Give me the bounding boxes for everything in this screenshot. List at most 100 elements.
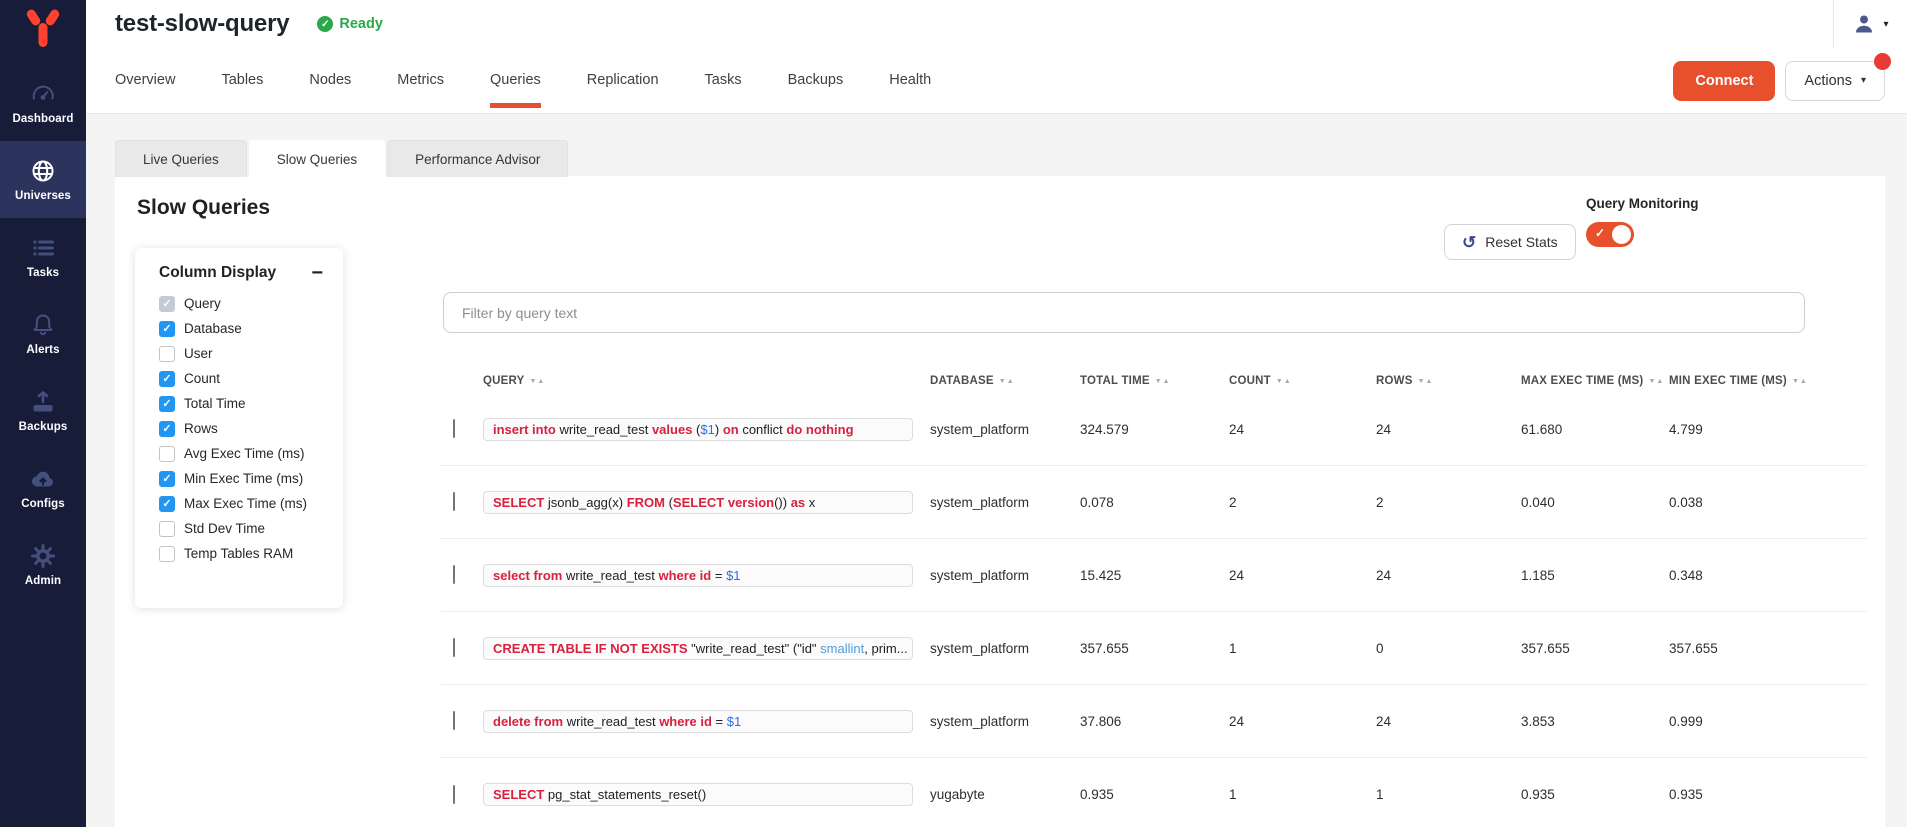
tab-backups[interactable]: Backups (765, 48, 867, 113)
tab-overview[interactable]: Overview (92, 48, 198, 113)
subtab-live-queries[interactable]: Live Queries (115, 140, 247, 177)
query-cell[interactable]: SELECT pg_stat_statements_reset() (483, 783, 913, 806)
tab-tables[interactable]: Tables (198, 48, 286, 113)
column-header-min-exec-time-ms[interactable]: MIN EXEC TIME (MS)▼▲ (1669, 375, 1867, 387)
table-row[interactable]: SELECT pg_stat_statements_reset()yugabyt… (441, 758, 1867, 827)
cell-database: system_platform (930, 641, 1080, 656)
column-header-total-time[interactable]: TOTAL TIME ▼▲ (1080, 375, 1229, 387)
cell-rows: 2 (1376, 495, 1521, 510)
row-checkbox[interactable] (453, 711, 455, 730)
row-checkbox[interactable] (453, 785, 455, 804)
column-header-query[interactable]: QUERY▼▲ (483, 375, 930, 387)
user-menu[interactable]: ▾ (1833, 0, 1907, 48)
column-display-title: Column Display (159, 264, 276, 282)
subtab-slow-queries[interactable]: Slow Queries (249, 140, 385, 177)
column-header-rows[interactable]: ROWS▼▲ (1376, 375, 1521, 387)
column-header-label: COUNT (1229, 375, 1271, 387)
yugabyte-logo[interactable] (0, 4, 86, 54)
sort-arrows-icon[interactable]: ▼▲ (1155, 378, 1171, 385)
column-option-label: Max Exec Time (ms) (184, 496, 307, 511)
sidebar-item-universes[interactable]: Universes (0, 141, 86, 218)
row-checkbox[interactable] (453, 565, 455, 584)
column-option-total-time[interactable]: ✓Total Time (159, 391, 343, 416)
query-filter-input[interactable] (443, 292, 1805, 333)
query-cell[interactable]: SELECT jsonb_agg(x) FROM (SELECT version… (483, 491, 913, 514)
cell-rows: 24 (1376, 714, 1521, 729)
cell-count: 1 (1229, 787, 1376, 802)
table-row[interactable]: insert into write_read_test values ($1) … (441, 393, 1867, 466)
column-option-std-dev-time[interactable]: Std Dev Time (159, 516, 343, 541)
cell-max-exec-time: 357.655 (1521, 641, 1669, 656)
tab-metrics[interactable]: Metrics (374, 48, 467, 113)
tab-replication[interactable]: Replication (564, 48, 682, 113)
sort-arrows-icon[interactable]: ▼▲ (999, 378, 1015, 385)
sort-arrows-icon[interactable]: ▼▲ (1418, 378, 1434, 385)
sidebar-item-admin[interactable]: Admin (0, 526, 86, 603)
subtab-performance-advisor[interactable]: Performance Advisor (387, 140, 568, 177)
checkbox-icon[interactable] (159, 521, 175, 537)
reset-stats-button[interactable]: ↺ Reset Stats (1444, 224, 1576, 260)
list-icon (30, 235, 56, 261)
cell-max-exec-time: 1.185 (1521, 568, 1669, 583)
queries-table: QUERY▼▲DATABASE▼▲TOTAL TIME▼▲COUNT▼▲ROWS… (441, 283, 1867, 827)
checkbox-icon[interactable]: ✓ (159, 471, 175, 487)
status-text: Ready (339, 16, 383, 32)
query-cell[interactable]: insert into write_read_test values ($1) … (483, 418, 913, 441)
checkbox-icon[interactable]: ✓ (159, 321, 175, 337)
cell-rows: 0 (1376, 641, 1521, 656)
sidebar-item-tasks[interactable]: Tasks (0, 218, 86, 295)
sidebar-item-dashboard[interactable]: Dashboard (0, 64, 86, 141)
collapse-icon[interactable]: − (311, 268, 323, 278)
sidebar-item-backups[interactable]: Backups (0, 372, 86, 449)
connect-button[interactable]: Connect (1673, 61, 1775, 101)
tab-tasks[interactable]: Tasks (682, 48, 765, 113)
column-option-rows[interactable]: ✓Rows (159, 416, 343, 441)
column-header-label: TOTAL TIME (1080, 375, 1150, 387)
checkbox-icon[interactable]: ✓ (159, 371, 175, 387)
column-option-min-exec-time-ms[interactable]: ✓Min Exec Time (ms) (159, 466, 343, 491)
query-monitoring-toggle[interactable]: ✓ (1586, 222, 1634, 247)
sidebar-item-alerts[interactable]: Alerts (0, 295, 86, 372)
table-row[interactable]: select from write_read_test where id = $… (441, 539, 1867, 612)
column-option-max-exec-time-ms[interactable]: ✓ Max Exec Time (ms) (159, 491, 343, 516)
checkbox-icon[interactable] (159, 446, 175, 462)
column-option-temp-tables-ram[interactable]: Temp Tables RAM (159, 541, 343, 566)
column-option-avg-exec-time-ms[interactable]: Avg Exec Time (ms) (159, 441, 343, 466)
checkbox-icon[interactable]: ✓ (159, 496, 175, 512)
query-cell[interactable]: select from write_read_test where id = $… (483, 564, 913, 587)
column-option-count[interactable]: ✓Count (159, 366, 343, 391)
notification-dot (1874, 53, 1891, 70)
sidebar: Dashboard Universes Tasks Alerts Backups (0, 0, 86, 827)
column-header-count[interactable]: COUNT ▼▲ (1229, 375, 1376, 387)
page-title: Slow Queries (137, 196, 270, 220)
table-row[interactable]: CREATE TABLE IF NOT EXISTS "write_read_t… (441, 612, 1867, 685)
sort-arrows-icon[interactable]: ▼▲ (529, 378, 545, 385)
row-checkbox[interactable] (453, 419, 455, 438)
checkbox-icon[interactable]: ✓ (159, 421, 175, 437)
column-option-user[interactable]: User (159, 341, 343, 366)
sidebar-item-label: Backups (19, 421, 68, 433)
query-cell[interactable]: delete from write_read_test where id = $… (483, 710, 913, 733)
table-row[interactable]: SELECT jsonb_agg(x) FROM (SELECT version… (441, 466, 1867, 539)
checkbox-icon[interactable] (159, 546, 175, 562)
column-option-label: Std Dev Time (184, 521, 265, 536)
sort-arrows-icon[interactable]: ▼▲ (1276, 378, 1292, 385)
tab-queries[interactable]: Queries (467, 48, 564, 113)
sidebar-item-configs[interactable]: Configs (0, 449, 86, 526)
row-checkbox[interactable] (453, 638, 455, 657)
cell-total-time: 15.425 (1080, 568, 1229, 583)
checkbox-icon[interactable] (159, 346, 175, 362)
tab-health[interactable]: Health (866, 48, 954, 113)
column-header-max-exec-time-ms[interactable]: MAX EXEC TIME (MS)▼▲ (1521, 375, 1669, 387)
row-checkbox[interactable] (453, 492, 455, 511)
query-cell[interactable]: CREATE TABLE IF NOT EXISTS "write_read_t… (483, 637, 913, 660)
column-header-database[interactable]: DATABASE▼▲ (930, 375, 1080, 387)
sort-arrows-icon[interactable]: ▼▲ (1792, 378, 1808, 385)
table-row[interactable]: delete from write_read_test where id = $… (441, 685, 1867, 758)
cell-database: system_platform (930, 495, 1080, 510)
sort-arrows-icon[interactable]: ▼▲ (1648, 378, 1664, 385)
column-option-database[interactable]: ✓Database (159, 316, 343, 341)
checkbox-icon[interactable]: ✓ (159, 396, 175, 412)
actions-button[interactable]: Actions ▾ (1785, 61, 1885, 101)
tab-nodes[interactable]: Nodes (286, 48, 374, 113)
